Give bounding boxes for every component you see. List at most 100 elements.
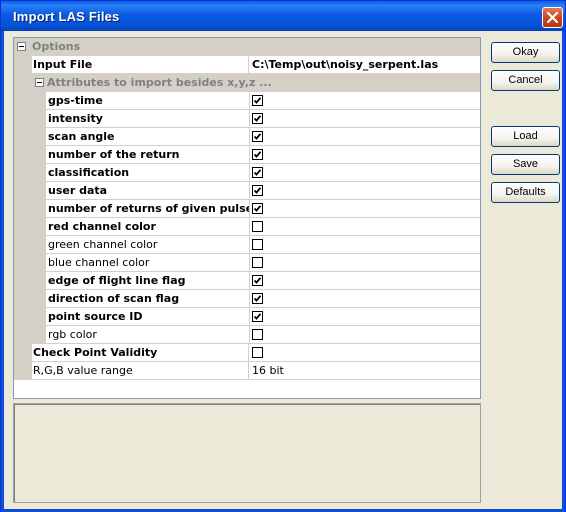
checkmark-icon: [253, 133, 262, 140]
attribute-label: gps-time: [46, 92, 250, 110]
attribute-value[interactable]: [248, 290, 480, 308]
attribute-row[interactable]: gps-time: [14, 92, 480, 110]
attribute-row[interactable]: number of returns of given pulse: [14, 200, 480, 218]
checkmark-icon: [253, 295, 262, 302]
check-validity-value[interactable]: [248, 344, 480, 362]
row-gutter: [14, 236, 32, 254]
attribute-checkbox[interactable]: [252, 293, 263, 304]
attribute-label: intensity: [46, 110, 250, 128]
row-gutter: [14, 272, 32, 290]
close-button[interactable]: [542, 7, 563, 28]
checkmark-icon: [253, 277, 262, 284]
attribute-row[interactable]: edge of flight line flag: [14, 272, 480, 290]
attribute-row[interactable]: direction of scan flag: [14, 290, 480, 308]
attribute-label: scan angle: [46, 128, 250, 146]
cancel-button[interactable]: Cancel: [491, 70, 560, 91]
attribute-row[interactable]: number of the return: [14, 146, 480, 164]
attribute-value[interactable]: [248, 218, 480, 236]
attribute-checkbox[interactable]: [252, 167, 263, 178]
attribute-row[interactable]: user data: [14, 182, 480, 200]
row-indent: [32, 110, 46, 128]
row-gutter: [14, 128, 32, 146]
attribute-checkbox[interactable]: [252, 257, 263, 268]
attribute-label: user data: [46, 182, 250, 200]
row-gutter: [14, 200, 32, 218]
row-indent: [32, 146, 46, 164]
okay-button[interactable]: Okay: [491, 42, 560, 63]
save-button[interactable]: Save: [491, 154, 560, 175]
attribute-row[interactable]: rgb color: [14, 326, 480, 344]
input-file-value[interactable]: C:\Temp\out\noisy_serpent.las: [248, 56, 480, 74]
attribute-value[interactable]: [248, 272, 480, 290]
attributes-category-bar: Attributes to import besides x,y,z ...: [32, 74, 480, 92]
attribute-label: edge of flight line flag: [46, 272, 250, 290]
load-button[interactable]: Load: [491, 126, 560, 147]
checkmark-icon: [253, 151, 262, 158]
attribute-checkbox[interactable]: [252, 185, 263, 196]
attribute-checkbox[interactable]: [252, 113, 263, 124]
row-gutter: [14, 326, 32, 344]
check-validity-checkbox[interactable]: [252, 347, 263, 358]
checkmark-icon: [253, 169, 262, 176]
rgb-range-value[interactable]: 16 bit: [248, 362, 480, 380]
attribute-row[interactable]: scan angle: [14, 128, 480, 146]
attribute-row[interactable]: intensity: [14, 110, 480, 128]
attributes-category[interactable]: Attributes to import besides x,y,z ...: [14, 74, 480, 92]
attribute-value[interactable]: [248, 128, 480, 146]
attribute-row[interactable]: red channel color: [14, 218, 480, 236]
input-file-row[interactable]: Input File C:\Temp\out\noisy_serpent.las: [14, 56, 480, 74]
row-gutter: [14, 182, 32, 200]
attribute-checkbox[interactable]: [252, 239, 263, 250]
attribute-value[interactable]: [248, 110, 480, 128]
window-border-right: [562, 31, 565, 511]
attribute-checkbox[interactable]: [252, 275, 263, 286]
attribute-label: direction of scan flag: [46, 290, 250, 308]
row-indent: [32, 128, 46, 146]
attribute-checkbox[interactable]: [252, 311, 263, 322]
attribute-row[interactable]: classification: [14, 164, 480, 182]
row-indent: [32, 200, 46, 218]
attribute-value[interactable]: [248, 326, 480, 344]
collapse-icon[interactable]: [35, 78, 44, 87]
attribute-value[interactable]: [248, 236, 480, 254]
description-panel: [13, 403, 481, 503]
title-bar[interactable]: Import LAS Files: [1, 1, 565, 31]
row-gutter: [14, 110, 32, 128]
attribute-checkbox[interactable]: [252, 329, 263, 340]
attribute-value[interactable]: [248, 146, 480, 164]
row-indent: [32, 182, 46, 200]
import-las-dialog: Import LAS Files Options Input File C:\T…: [0, 0, 566, 512]
attribute-value[interactable]: [248, 254, 480, 272]
attribute-row[interactable]: point source ID: [14, 308, 480, 326]
close-icon: [547, 12, 558, 23]
checkmark-icon: [253, 313, 262, 320]
attribute-row[interactable]: green channel color: [14, 236, 480, 254]
rgb-range-row[interactable]: R,G,B value range 16 bit: [14, 362, 480, 380]
attribute-value[interactable]: [248, 92, 480, 110]
attribute-checkbox[interactable]: [252, 203, 263, 214]
attributes-category-label: Attributes to import besides x,y,z ...: [47, 76, 272, 89]
attribute-value[interactable]: [248, 182, 480, 200]
attribute-label: green channel color: [46, 236, 250, 254]
row-indent: [32, 290, 46, 308]
defaults-button[interactable]: Defaults: [491, 182, 560, 203]
attribute-value[interactable]: [248, 308, 480, 326]
attribute-checkbox[interactable]: [252, 95, 263, 106]
attribute-checkbox[interactable]: [252, 131, 263, 142]
attribute-checkbox[interactable]: [252, 221, 263, 232]
options-category-label: Options: [32, 40, 81, 53]
row-indent: [32, 92, 46, 110]
attribute-label: red channel color: [46, 218, 250, 236]
options-category[interactable]: Options: [14, 38, 480, 56]
property-grid: Options Input File C:\Temp\out\noisy_ser…: [13, 37, 481, 399]
row-gutter: [14, 74, 32, 92]
row-gutter: [14, 308, 32, 326]
attribute-value[interactable]: [248, 164, 480, 182]
row-gutter: [14, 92, 32, 110]
attribute-row[interactable]: blue channel color: [14, 254, 480, 272]
check-validity-row[interactable]: Check Point Validity: [14, 344, 480, 362]
attribute-label: number of the return: [46, 146, 250, 164]
collapse-icon[interactable]: [17, 42, 26, 51]
attribute-value[interactable]: [248, 200, 480, 218]
attribute-checkbox[interactable]: [252, 149, 263, 160]
